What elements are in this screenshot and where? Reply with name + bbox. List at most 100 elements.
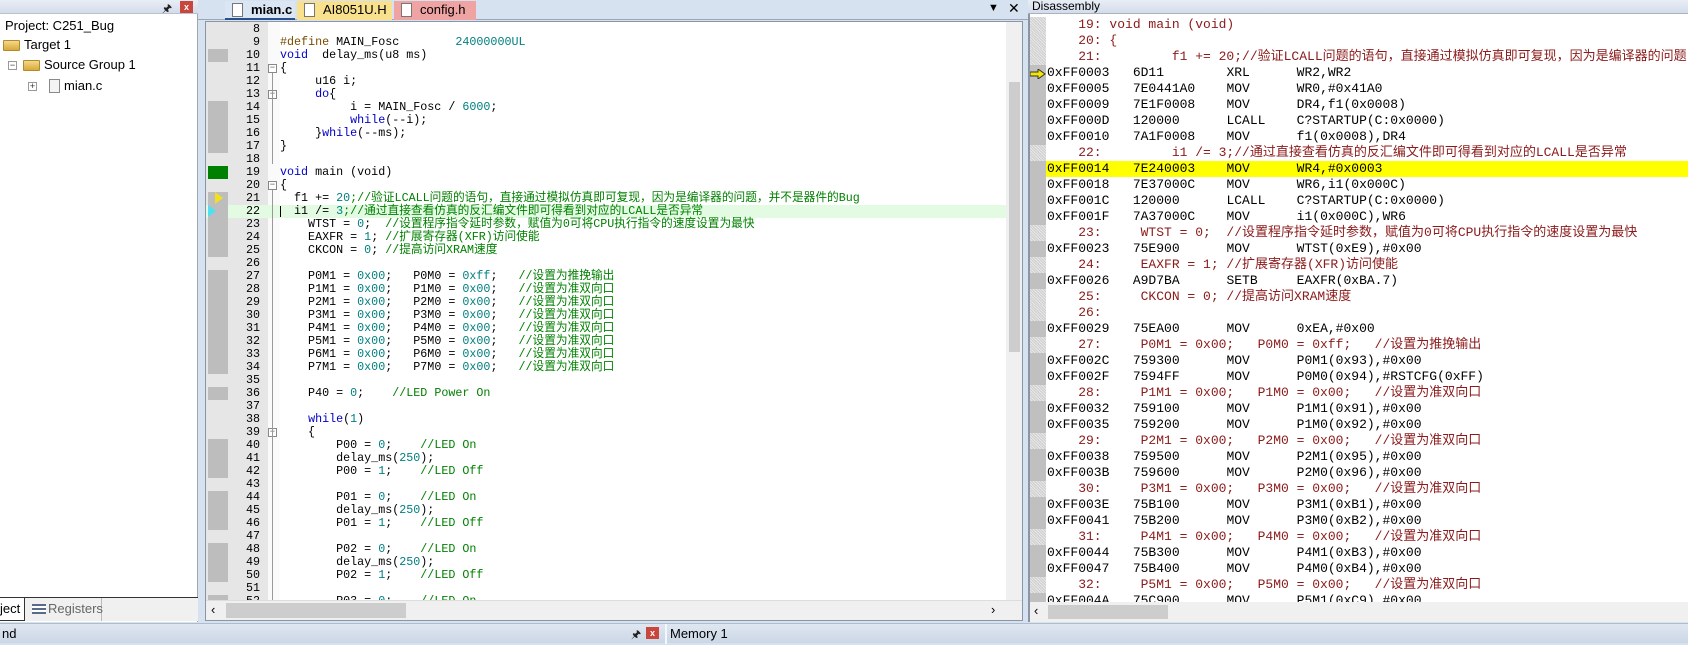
disassembly-instruction[interactable]: 0xFF0003 6D11 XRL WR2,WR2: [1030, 65, 1688, 81]
disassembly-gutter-marker: [1030, 369, 1046, 385]
disassembly-instruction[interactable]: 0xFF003B 759600 MOV P2M0(0x96),#0x00: [1030, 465, 1688, 481]
instruction-bytes: 75B100: [1132, 497, 1227, 512]
disassembly-source-line[interactable]: 25: CKCON = 0; //提高访问XRAM速度: [1030, 289, 1688, 305]
code-token: 0x00: [357, 321, 386, 335]
disassembly-instruction[interactable]: 0xFF0044 75B300 MOV P4M1(0xB3),#0x00: [1030, 545, 1688, 561]
close-icon[interactable]: x: [180, 1, 193, 13]
disassembly-instruction[interactable]: 0xFF003E 75B100 MOV P3M1(0xB1),#0x00: [1030, 497, 1688, 513]
tab-ai8051u-h[interactable]: AI8051U.H: [297, 1, 392, 20]
editor-vertical-scroll-thumb[interactable]: [1009, 82, 1020, 352]
code-line[interactable]: 46 P01 = 1; //LED Off: [206, 517, 1006, 530]
code-coverage-marker: [208, 569, 228, 582]
disassembly-source-line[interactable]: 22: i1 /= 3;//通过直接查看仿真的反汇编文件即可得看到对应的LCAL…: [1030, 145, 1688, 161]
tab-list-dropdown-icon[interactable]: ▼: [988, 2, 999, 14]
disassembly-instruction[interactable]: 0xFF0018 7E37000C MOV WR6,i1(0x000C): [1030, 177, 1688, 193]
collapse-icon[interactable]: −: [8, 61, 17, 70]
code-token: 250: [399, 555, 421, 569]
tab-label: mian.c: [251, 2, 293, 17]
disassembly-horizontal-scrollbar[interactable]: ‹: [1030, 602, 1688, 622]
scroll-right-icon[interactable]: ›: [991, 602, 995, 617]
source-text: 31: P4M1 = 0x00; P4M0 = 0x00; //设置为准双向口: [1047, 529, 1482, 544]
code-line[interactable]: 42 P00 = 1; //LED Off: [206, 465, 1006, 478]
instruction-bytes: 7A37000C: [1132, 209, 1227, 224]
code-token: 0x00: [357, 347, 386, 361]
disassembly-source-line[interactable]: 29: P2M1 = 0x00; P2M0 = 0x00; //设置为准双向口: [1030, 433, 1688, 449]
disassembly-instruction[interactable]: 0xFF002C 759300 MOV P0M1(0x93),#0x00: [1030, 353, 1688, 369]
code-token: MAIN_Fosc: [329, 35, 456, 49]
disassembly-instruction[interactable]: 0xFF0023 75E900 MOV WTST(0xE9),#0x00: [1030, 241, 1688, 257]
disassembly-instruction[interactable]: 0xFF000D 120000 LCALL C?STARTUP(C:0x0000…: [1030, 113, 1688, 129]
disassembly-scroll-thumb[interactable]: [1048, 605, 1168, 619]
code-token: 0x00: [357, 282, 386, 296]
instruction-operands: P4M1(0xB3),#0x00: [1296, 545, 1422, 560]
disassembly-source-line[interactable]: 26:: [1030, 305, 1688, 321]
disassembly-instruction[interactable]: 0xFF001F 7A37000C MOV i1(0x000C),WR6: [1030, 209, 1688, 225]
instruction-text: 0xFF001C 120000 LCALL C?STARTUP(C:0x0000…: [1047, 193, 1445, 209]
pin-icon[interactable]: 🖈: [162, 0, 172, 19]
disassembly-instruction[interactable]: 0xFF0026 A9D7BA SETB EAXFR(0xBA.7): [1030, 273, 1688, 289]
tab-label: AI8051U.H: [323, 2, 387, 17]
code-line[interactable]: 38 while(1): [206, 413, 1006, 426]
code-text: P01 = 1; //LED Off: [280, 517, 483, 530]
instruction-mnemonic: MOV: [1226, 497, 1297, 512]
disassembly-source-line[interactable]: 31: P4M1 = 0x00; P4M0 = 0x00; //设置为准双向口: [1030, 529, 1688, 545]
disassembly-source-line[interactable]: 19: void main (void): [1030, 17, 1688, 33]
code-line[interactable]: 36 P40 = 0; //LED Power On: [206, 387, 1006, 400]
disassembly-instruction[interactable]: 0xFF001C 120000 LCALL C?STARTUP(C:0x0000…: [1030, 193, 1688, 209]
disassembly-instruction[interactable]: 0xFF002F 7594FF MOV P0M0(0x94),#RSTCFG(0…: [1030, 369, 1688, 385]
disassembly-instruction[interactable]: 0xFF0009 7E1F0008 MOV DR4,f1(0x0008): [1030, 97, 1688, 113]
code-token: P5M1 =: [280, 334, 358, 348]
disassembly-source-line[interactable]: 27: P0M1 = 0x00; P0M0 = 0xff; //设置为推挽输出: [1030, 337, 1688, 353]
instruction-mnemonic: MOV: [1226, 177, 1297, 192]
memory-panel-title[interactable]: Memory 1: [670, 626, 728, 641]
tab-registers[interactable]: Registers: [30, 598, 103, 621]
code-editor[interactable]: 8 9 #define MAIN_Fosc 24000000UL 10 void del…: [205, 21, 1023, 621]
disassembly-source-line[interactable]: 20: {: [1030, 33, 1688, 49]
disassembly-source-line[interactable]: 28: P1M1 = 0x00; P1M0 = 0x00; //设置为准双向口: [1030, 385, 1688, 401]
disassembly-instruction[interactable]: 0xFF0005 7E0441A0 MOV WR0,#0x41A0: [1030, 81, 1688, 97]
tab-config-h[interactable]: config.h: [394, 1, 476, 20]
disassembly-instruction[interactable]: 0xFF0035 759200 MOV P1M0(0x92),#0x00: [1030, 417, 1688, 433]
expand-icon[interactable]: +: [28, 82, 37, 91]
code-line[interactable]: 10 void delay_ms(u8 ms): [206, 49, 1006, 62]
scroll-left-icon[interactable]: ‹: [211, 602, 215, 617]
disassembly-instruction[interactable]: 0xFF0029 75EA00 MOV 0xEA,#0x00: [1030, 321, 1688, 337]
disassembly-source-line[interactable]: 24: EAXFR = 1; //扩展寄存器(XFR)访问使能: [1030, 257, 1688, 273]
disassembly-source-line[interactable]: 32: P5M1 = 0x00; P5M0 = 0x00; //设置为准双向口: [1030, 577, 1688, 593]
code-coverage-marker: [208, 309, 228, 322]
code-token: P01 =: [280, 516, 379, 530]
close-icon[interactable]: x: [646, 627, 659, 639]
disassembly-instruction[interactable]: 0xFF0047 75B400 MOV P4M0(0xB4),#0x00: [1030, 561, 1688, 577]
code-line[interactable]: 19 void main (void): [206, 166, 1006, 179]
tree-item-target[interactable]: Target 1: [0, 37, 190, 55]
disassembly-instruction[interactable]: 0xFF0032 759100 MOV P1M1(0x91),#0x00: [1030, 401, 1688, 417]
scroll-left-icon[interactable]: ‹: [1034, 603, 1038, 618]
disassembly-window[interactable]: 19: void main (void) 20: { 21: f1 += 20;…: [1028, 14, 1688, 622]
code-line[interactable]: 16 }while(--ms);: [206, 127, 1006, 140]
code-line[interactable]: 50 P02 = 1; //LED Off: [206, 569, 1006, 582]
disassembly-instruction[interactable]: 0xFF0038 759500 MOV P2M1(0x95),#0x00: [1030, 449, 1688, 465]
disassembly-instruction[interactable]: 0xFF0041 75B200 MOV P3M0(0xB2),#0x00: [1030, 513, 1688, 529]
code-text: P00 = 1; //LED Off: [280, 465, 483, 478]
disassembly-instruction[interactable]: 0xFF0010 7A1F0008 MOV f1(0x0008),DR4: [1030, 129, 1688, 145]
disassembly-source-line[interactable]: 21: f1 += 20;//验证LCALL问题的语句，直接通过模拟仿真即可复现…: [1030, 49, 1688, 65]
tab-project[interactable]: ject: [0, 598, 25, 621]
panel-divider: [665, 624, 667, 644]
code-line[interactable]: 25 CKCON = 0; //提高访问XRAM速度: [206, 244, 1006, 257]
tab-mian-c[interactable]: mian.c: [225, 1, 295, 20]
disassembly-source-line[interactable]: 30: P3M1 = 0x00; P3M0 = 0x00; //设置为准双向口: [1030, 481, 1688, 497]
pin-icon[interactable]: 🖈: [631, 626, 641, 645]
close-tab-icon[interactable]: ✕: [1008, 0, 1020, 17]
code-text: }while(--ms);: [280, 127, 406, 140]
fold-collapse-icon[interactable]: −: [268, 181, 277, 190]
code-line[interactable]: 17}: [206, 140, 1006, 153]
editor-horizontal-scroll-thumb[interactable]: [226, 603, 406, 618]
instruction-text: 0xFF0029 75EA00 MOV 0xEA,#0x00: [1047, 321, 1375, 337]
tree-item-source-group[interactable]: − Source Group 1: [0, 57, 190, 75]
code-line[interactable]: 34 P7M1 = 0x00; P7M0 = 0x00; //设置为准双向口: [206, 361, 1006, 374]
disassembly-source-line[interactable]: 23: WTST = 0; //设置程序指令延时参数，赋值为0可将CPU执行指令…: [1030, 225, 1688, 241]
fold-collapse-icon[interactable]: −: [268, 64, 277, 73]
tree-item-file[interactable]: + mian.c: [0, 78, 190, 96]
disassembly-instruction[interactable]: 0xFF0014 7E240003 MOV WR4,#0x0003: [1030, 161, 1688, 177]
code-token: P7M1 =: [280, 360, 358, 374]
